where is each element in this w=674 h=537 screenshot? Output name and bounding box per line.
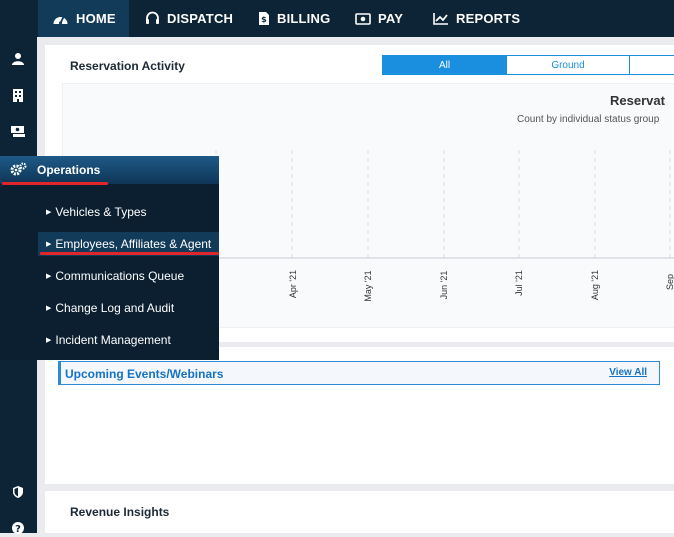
menu-item-incident[interactable]: ▶ Incident Management xyxy=(46,333,171,347)
menu-item-label: Incident Management xyxy=(55,333,171,347)
gears-icon xyxy=(9,160,27,178)
upcoming-events-title: Upcoming Events/Webinars xyxy=(65,367,224,381)
menu-item-vehicles[interactable]: ▶ Vehicles & Types xyxy=(46,205,147,219)
menu-item-label: Change Log and Audit xyxy=(55,301,175,315)
revenue-insights-title: Revenue Insights xyxy=(70,505,170,519)
operations-flyout-menu: Operations ▶ Vehicles & Types ▶ Employees,… xyxy=(0,156,219,360)
caret-right-icon: ▶ xyxy=(46,209,52,216)
x-tick-apr: Apr '21 xyxy=(288,269,298,299)
menu-item-label: Employees, Affiliates & Agent xyxy=(55,237,212,251)
caret-right-icon: ▶ xyxy=(46,337,52,344)
x-tick-sep: Sep xyxy=(665,274,674,291)
menu-item-label: Communications Queue xyxy=(55,269,185,283)
view-all-link[interactable]: View All xyxy=(609,367,647,378)
menu-item-label: Vehicles & Types xyxy=(55,205,147,219)
upcoming-events-bar: Upcoming Events/Webinars View All xyxy=(58,361,660,385)
menu-item-change-log[interactable]: ▶ Change Log and Audit xyxy=(46,301,174,315)
caret-right-icon: ▶ xyxy=(46,273,52,280)
x-tick-jul: Jul '21 xyxy=(514,270,524,296)
operations-menu-title: Operations xyxy=(37,163,101,177)
menu-item-communications[interactable]: ▶ Communications Queue xyxy=(46,269,184,283)
x-tick-jun: Jun '21 xyxy=(439,270,449,300)
annotation-underline-operations xyxy=(2,182,108,185)
operations-menu-header[interactable]: Operations xyxy=(0,156,219,184)
caret-right-icon: ▶ xyxy=(46,241,52,248)
caret-right-icon: ▶ xyxy=(46,305,52,312)
x-tick-may: May '21 xyxy=(363,270,373,302)
x-tick-aug: Aug '21 xyxy=(590,269,600,301)
annotation-underline-employees xyxy=(40,252,219,255)
